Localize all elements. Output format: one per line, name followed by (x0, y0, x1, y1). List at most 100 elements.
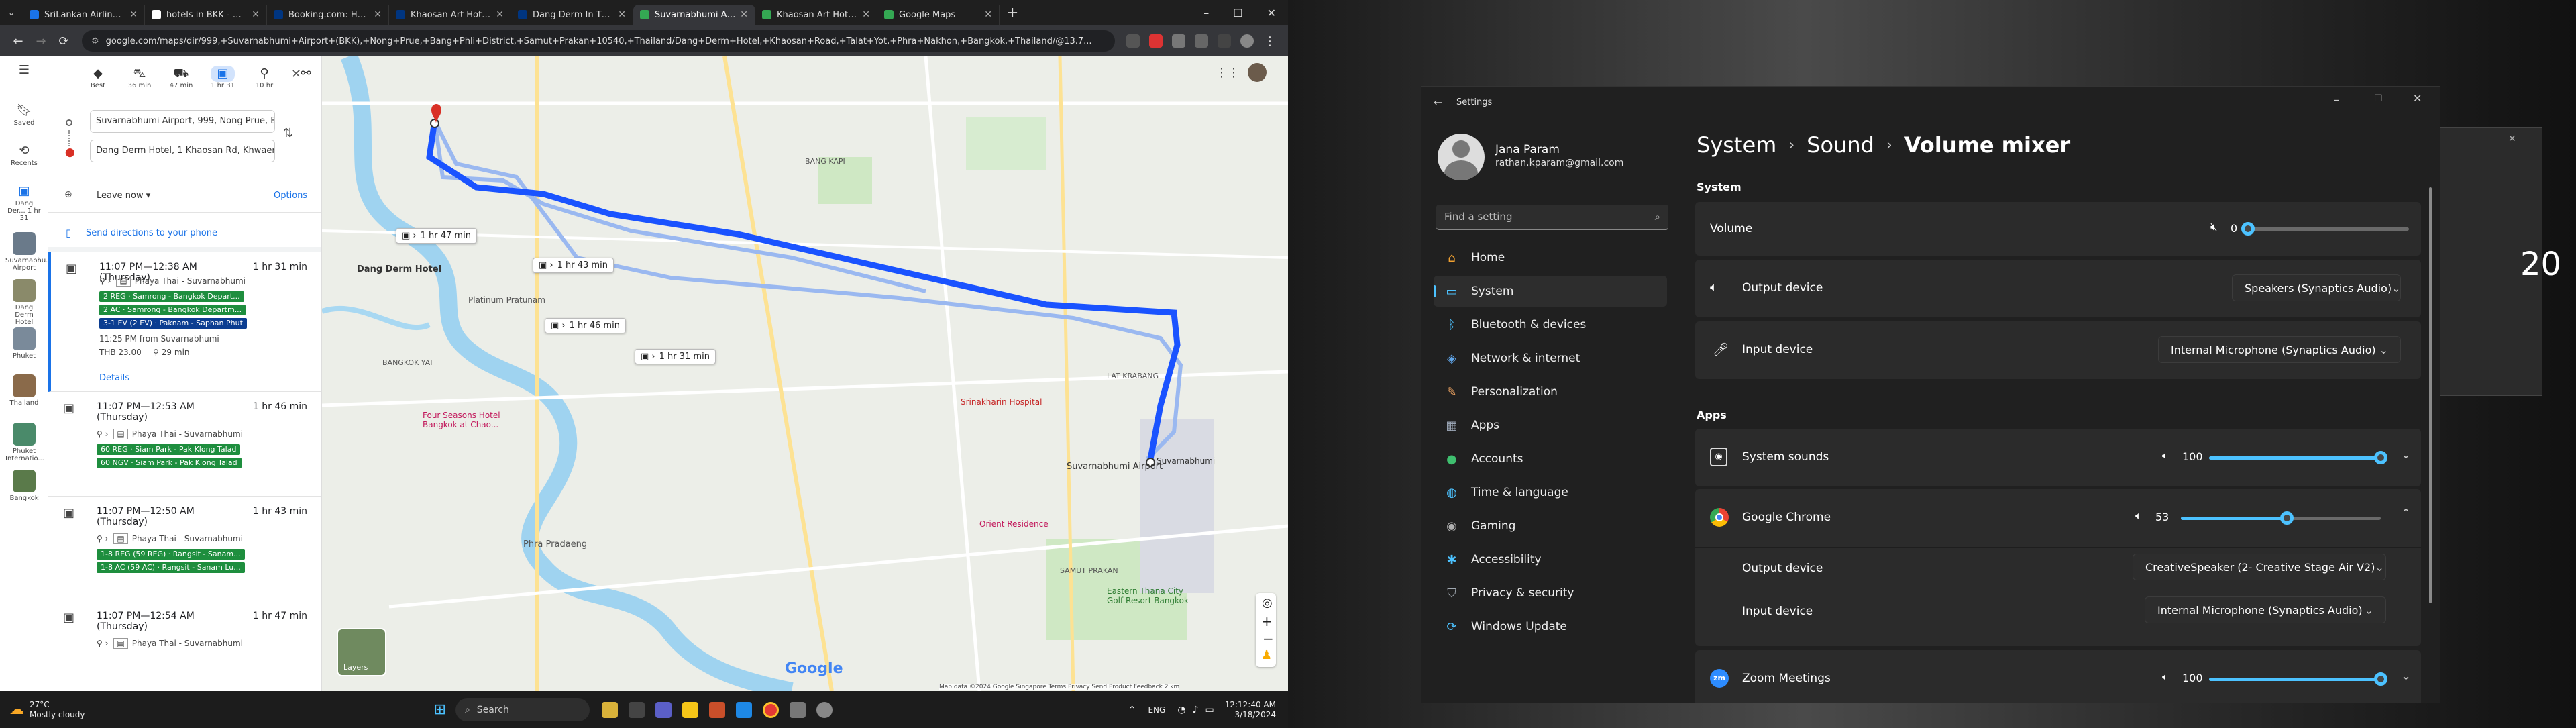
office-icon[interactable] (708, 701, 725, 718)
volume-icon[interactable]: 🔈︎ (2162, 449, 2169, 462)
rail-item[interactable]: ▣ Dang Der... 1 hr 31 (5, 184, 43, 222)
extension-icon[interactable] (1126, 34, 1140, 48)
close-tab-icon[interactable]: ✕ (374, 9, 382, 20)
browser-tab[interactable]: Google Maps ✕ (877, 5, 1000, 25)
nav-item-windows-update[interactable]: ⟳ Windows Update (1434, 611, 1667, 642)
language-indicator[interactable]: ENG (1148, 705, 1165, 715)
mute-icon[interactable]: 🔇︎ (2210, 221, 2218, 234)
nav-item-home[interactable]: ⌂ Home (1434, 242, 1667, 273)
details-link[interactable]: Details (99, 373, 129, 383)
chevron-down-icon[interactable]: ⌄ (2401, 669, 2411, 683)
route-option[interactable]: ▣ 11:07 PM—12:38 AM (Thursday) 1 hr 31 min… (48, 252, 321, 392)
teams-icon[interactable] (655, 701, 672, 718)
send-to-phone-link[interactable]: Send directions to your phone (86, 228, 217, 238)
maximize-button[interactable]: ☐ (2374, 93, 2383, 104)
close-directions-icon[interactable]: ✕ (291, 67, 301, 81)
route-option[interactable]: ▣ 11:07 PM—12:53 AM (Thursday) 1 hr 46 min… (48, 392, 321, 497)
adblock-icon[interactable] (1149, 34, 1163, 48)
scrollbar[interactable] (2429, 187, 2432, 603)
taskbar-app-icon[interactable] (789, 701, 806, 718)
chrome-input-dropdown[interactable]: Internal Microphone (Synaptics Audio) ⌄ (2145, 596, 2386, 623)
maximize-button[interactable]: ☐ (1233, 7, 1242, 19)
address-bar[interactable]: ⚙ google.com/maps/dir/999,+Suvarnabhumi+… (82, 30, 1115, 52)
travel-mode-transit[interactable]: ▣ 1 hr 31 (211, 66, 235, 89)
more-menu-icon[interactable]: ⋮ (1258, 34, 1281, 48)
close-button[interactable]: ✕ (1267, 7, 1276, 19)
travel-mode-walk[interactable]: ⚲ 10 hr (252, 66, 276, 89)
close-icon[interactable]: ✕ (2508, 134, 2516, 144)
apps-grid-icon[interactable]: ⋮⋮ (1216, 66, 1240, 80)
close-tab-icon[interactable]: ✕ (496, 9, 504, 20)
route-duration-chip[interactable]: ▣ › 1 hr 43 min (533, 258, 614, 273)
swap-icon[interactable]: ⇅ (283, 126, 293, 140)
close-tab-icon[interactable]: ✕ (862, 9, 870, 20)
route-duration-chip[interactable]: ▣ › 1 hr 46 min (545, 318, 626, 333)
chevron-down-icon[interactable]: ⌄ (2401, 448, 2411, 462)
travel-mode-moto[interactable]: ⛟ 47 min (169, 66, 193, 89)
destination-input[interactable]: Dang Derm Hotel, 1 Khaosan Rd, Khwaen (90, 140, 275, 162)
find-setting-input[interactable]: Find a setting ⌕ (1436, 205, 1668, 230)
close-tab-icon[interactable]: ✕ (129, 9, 138, 20)
tab-search-icon[interactable]: ⌄ (0, 8, 23, 17)
close-button[interactable]: ✕ (2413, 92, 2422, 105)
layers-button[interactable]: Layers (337, 628, 386, 676)
app-volume-slider[interactable] (2181, 511, 2381, 525)
user-avatar[interactable] (1438, 134, 1485, 180)
nav-item-privacy-security[interactable]: ⛉ Privacy & security (1434, 578, 1667, 609)
browser-tab[interactable]: hotels in BKK - Google Se ✕ (145, 5, 267, 25)
volume-icon[interactable]: 🔈︎ (2162, 670, 2169, 684)
close-tab-icon[interactable]: ✕ (252, 9, 260, 20)
route-option[interactable]: ▣ 11:07 PM—12:54 AM (Thursday) 1 hr 47 min… (48, 601, 321, 691)
app-volume-slider[interactable] (2209, 672, 2387, 686)
origin-input[interactable]: Suvarnabhumi Airport, 999, Nong Prue, B (90, 110, 275, 133)
nav-item-time-language[interactable]: ◍ Time & language (1434, 477, 1667, 508)
clock[interactable]: 12:12:40 AM 3/18/2024 (1225, 700, 1276, 720)
browser-tab[interactable]: Khaosan Art Hotel to Suv ✕ (755, 5, 877, 25)
route-duration-chip[interactable]: ▣ › 1 hr 31 min (635, 349, 716, 364)
nav-item-bluetooth-devices[interactable]: ᛒ Bluetooth & devices (1434, 309, 1667, 340)
wifi-icon[interactable]: ◔ (1177, 705, 1185, 715)
weather-widget[interactable]: 27°C Mostly cloudy (30, 700, 85, 720)
extensions-puzzle-icon[interactable] (1195, 34, 1208, 48)
close-tab-icon[interactable]: ✕ (618, 9, 626, 20)
extension-icon[interactable] (1172, 34, 1185, 48)
tray-overflow-icon[interactable]: ⌃ (1128, 705, 1136, 715)
my-location-icon[interactable]: ◎ (1262, 596, 1273, 610)
close-tab-icon[interactable]: ✕ (984, 9, 992, 20)
route-option[interactable]: ▣ 11:07 PM—12:50 AM (Thursday) 1 hr 43 min… (48, 497, 321, 601)
chevron-up-icon[interactable]: ⌃ (2401, 507, 2411, 521)
start-button[interactable]: ⊞ (434, 701, 446, 718)
nav-item-personalization[interactable]: ✎ Personalization (1434, 376, 1667, 407)
reload-button[interactable]: ⟳ (52, 34, 75, 48)
chrome-output-dropdown[interactable]: CreativeSpeaker (2- Creative Stage Air V… (2133, 554, 2386, 580)
options-link[interactable]: Options (274, 191, 307, 201)
map-canvas[interactable]: Dang Derm Hotel Suvarnabhumi Airport Suv… (322, 56, 1288, 691)
back-button[interactable]: ← (7, 34, 30, 48)
volume-icon[interactable]: ♪ (1193, 705, 1199, 715)
site-info-icon[interactable]: ⚙ (91, 36, 99, 46)
file-explorer-icon[interactable] (682, 701, 698, 718)
profile-avatar[interactable] (1240, 34, 1254, 48)
forward-button[interactable]: → (30, 34, 52, 48)
volume-icon[interactable]: 🔈︎ (2135, 509, 2142, 523)
travel-mode-best[interactable]: ◆ Best (86, 66, 110, 89)
close-tab-icon[interactable]: ✕ (740, 9, 748, 20)
rail-item[interactable]: Dang Derm Hotel (5, 279, 43, 326)
sidebar-icon[interactable] (1218, 34, 1231, 48)
nav-item-accessibility[interactable]: ✱ Accessibility (1434, 544, 1667, 575)
weather-icon[interactable]: ☁ (9, 701, 24, 718)
rail-item[interactable]: 🔖︎ Saved (5, 103, 43, 127)
rail-item[interactable]: ☰ (5, 63, 43, 79)
rail-item[interactable]: Suvarnabhu... Airport (5, 232, 52, 272)
travel-mode-car[interactable]: ⛍ 36 min (127, 66, 152, 89)
nav-item-apps[interactable]: ▦ Apps (1434, 410, 1667, 441)
new-tab-button[interactable]: + (1006, 5, 1018, 21)
back-arrow-icon[interactable]: ← (1434, 96, 1442, 109)
pegman-icon[interactable]: ♟ (1261, 648, 1272, 662)
account-avatar[interactable] (1248, 63, 1267, 82)
zoom-out-button[interactable]: − (1263, 631, 1274, 647)
settings-taskbar-icon[interactable] (816, 701, 833, 718)
volume-slider[interactable] (2241, 222, 2409, 236)
nav-item-network-internet[interactable]: ◈ Network & internet (1434, 343, 1667, 374)
rail-item[interactable]: ⟲ Recents (5, 144, 43, 167)
